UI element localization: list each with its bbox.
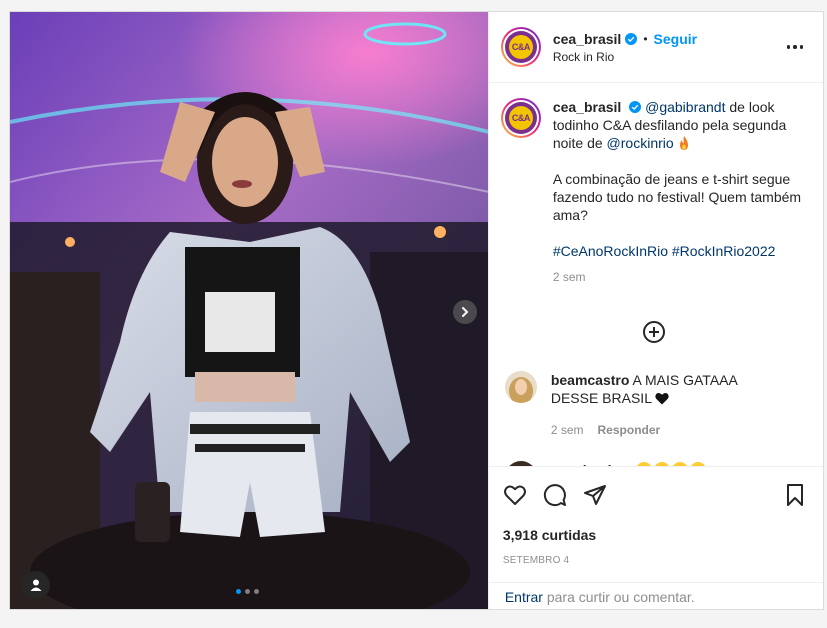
post-dialog: C&A cea_brasil • Seguir Rock in Rio C&A [9, 11, 824, 610]
post-photo [10, 12, 488, 609]
carousel-dot [236, 589, 241, 594]
share-icon[interactable] [583, 483, 607, 507]
verified-badge-icon [625, 32, 638, 45]
more-icon [786, 45, 791, 49]
login-link[interactable]: Entrar [505, 589, 543, 605]
comments-list[interactable]: C&A cea_brasil @gabibrandt de look todin… [489, 84, 823, 466]
black-heart-emoji-icon [655, 393, 670, 405]
post-header: C&A cea_brasil • Seguir Rock in Rio [488, 12, 823, 83]
carousel-dot [245, 589, 250, 594]
reply-button[interactable]: Responder [598, 421, 661, 439]
fire-emoji-icon [679, 136, 688, 150]
caption-text: A combinação de jeans e t-shirt segue fa… [552, 171, 802, 223]
login-hint: para curtir ou comentar. [542, 589, 695, 605]
action-bar: 3,918 curtidas SETEMBRO 4 [488, 466, 823, 566]
chevron-right-icon [462, 307, 469, 317]
user-tag-icon [30, 579, 42, 591]
post-sidebar: C&A cea_brasil • Seguir Rock in Rio C&A [487, 12, 823, 610]
hashtags[interactable]: #CeAnoRockInRio #RockInRio2022 [553, 242, 807, 260]
bookmark-icon[interactable] [783, 483, 807, 507]
avatar-logo-text: C&A [508, 35, 533, 59]
heart-icon[interactable] [503, 483, 527, 507]
caption: C&A cea_brasil @gabibrandt de look todin… [500, 98, 807, 286]
next-slide-button[interactable] [453, 300, 477, 324]
comment-icon[interactable] [543, 483, 567, 507]
commenter-avatar[interactable] [504, 371, 537, 403]
verified-badge-icon [629, 101, 642, 113]
caption-avatar[interactable]: C&A [500, 98, 541, 138]
post-date[interactable]: SETEMBRO 4 [503, 555, 807, 566]
mention-link[interactable]: @rockinrio [607, 135, 674, 151]
user-tags-button[interactable] [22, 571, 50, 599]
like-count[interactable]: 3,918 curtidas [503, 527, 807, 543]
carousel-dot [254, 589, 259, 594]
mention-link[interactable]: @gabibrandt [645, 99, 725, 115]
author-username[interactable]: cea_brasil [553, 31, 622, 47]
follow-button[interactable]: Seguir [654, 31, 698, 47]
caption-time[interactable]: 2 sem [553, 268, 807, 286]
post-media[interactable] [10, 12, 488, 609]
post-location[interactable]: Rock in Rio [553, 50, 783, 64]
avatar-logo-text: C&A [508, 106, 533, 130]
load-more-comments[interactable] [501, 320, 807, 344]
carousel-indicator [236, 589, 259, 594]
comment-item: beamcastro A MAIS GATAAA DESSE BRASIL 2 … [501, 371, 807, 439]
comment-username[interactable]: beamcastro [551, 372, 630, 388]
comment-time[interactable]: 2 sem [551, 421, 584, 439]
more-options-button[interactable] [783, 45, 807, 49]
add-circle-icon [642, 321, 665, 343]
add-comment-section: Entrar para curtir ou comentar. [488, 582, 823, 610]
author-avatar[interactable]: C&A [500, 27, 541, 67]
separator-dot: • [643, 31, 648, 46]
caption-username[interactable]: cea_brasil [553, 99, 622, 115]
